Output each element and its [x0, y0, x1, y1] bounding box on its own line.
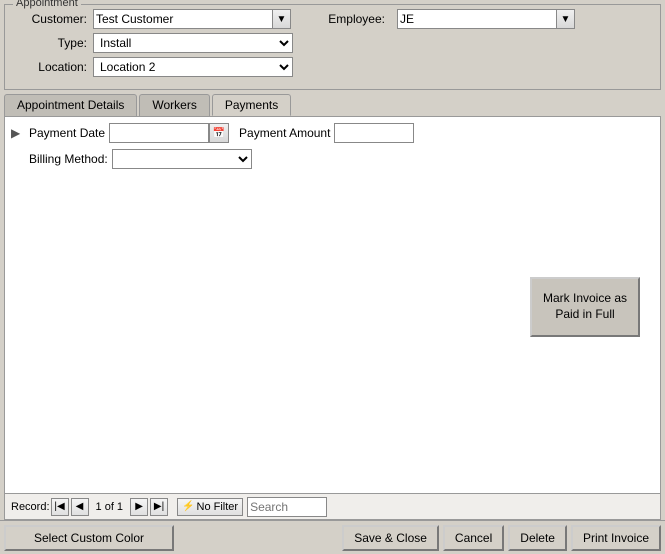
payment-amount-label: Payment Amount [239, 126, 330, 140]
filter-section: ⚡ No Filter [177, 497, 327, 517]
record-label: Record: [11, 501, 50, 513]
filter-icon: ⚡ [182, 501, 194, 512]
search-input[interactable] [247, 497, 327, 517]
employee-input[interactable] [397, 9, 557, 29]
customer-control-wrapper: ▼ Employee: ▼ [93, 9, 652, 29]
location-select[interactable]: Location 2 [93, 57, 293, 77]
nav-last-btn[interactable]: ▶| [150, 498, 168, 516]
payment-date-amount-row: ▶ Payment Date 📅 Payment Amount [11, 123, 654, 143]
customer-input[interactable] [93, 9, 273, 29]
nav-next-btn[interactable]: ▶ [130, 498, 148, 516]
delete-button[interactable]: Delete [508, 525, 567, 551]
type-control-wrapper: Install [93, 33, 652, 53]
cancel-button[interactable]: Cancel [443, 525, 504, 551]
tab-workers[interactable]: Workers [139, 94, 209, 116]
nav-first-btn[interactable]: |◀ [51, 498, 69, 516]
payments-panel: ▶ Payment Date 📅 Payment Amount Billing … [5, 117, 660, 493]
employee-label: Employee: [311, 12, 391, 26]
tab-payments[interactable]: Payments [212, 94, 291, 116]
payments-content: ▶ Payment Date 📅 Payment Amount Billing … [5, 117, 660, 175]
location-label: Location: [13, 60, 93, 74]
tabs-header: Appointment Details Workers Payments [4, 94, 661, 116]
type-label: Type: [13, 36, 93, 50]
billing-method-select[interactable] [112, 149, 252, 169]
customer-employee-row: Customer: ▼ Employee: ▼ [13, 9, 652, 29]
billing-method-label: Billing Method: [29, 152, 108, 166]
appointment-group: Appointment Customer: ▼ Employee: ▼ Type… [4, 4, 661, 90]
save-close-button[interactable]: Save & Close [342, 525, 439, 551]
appointment-group-label: Appointment [13, 0, 81, 9]
payment-date-label: Payment Date [29, 126, 105, 140]
location-control-wrapper: Location 2 [93, 57, 652, 77]
calendar-btn[interactable]: 📅 [209, 123, 229, 143]
employee-dropdown-btn[interactable]: ▼ [557, 9, 575, 29]
location-row: Location: Location 2 [13, 57, 652, 77]
no-filter-btn[interactable]: ⚡ No Filter [177, 498, 243, 516]
main-container: Appointment Customer: ▼ Employee: ▼ Type… [0, 0, 665, 554]
mark-invoice-button[interactable]: Mark Invoice as Paid in Full [530, 277, 640, 337]
tab-appointment-details[interactable]: Appointment Details [4, 94, 137, 116]
tabs-container: Appointment Details Workers Payments [4, 94, 661, 116]
no-filter-label: No Filter [197, 501, 239, 513]
customer-label: Customer: [13, 12, 93, 26]
billing-method-row: Billing Method: [29, 149, 654, 169]
bottom-bar: Select Custom Color Save & Close Cancel … [0, 520, 665, 554]
print-invoice-button[interactable]: Print Invoice [571, 525, 661, 551]
record-count: 1 of 1 [96, 501, 124, 513]
select-custom-color-button[interactable]: Select Custom Color [4, 525, 174, 551]
tab-content-area: ▶ Payment Date 📅 Payment Amount Billing … [4, 116, 661, 520]
customer-dropdown-btn[interactable]: ▼ [273, 9, 291, 29]
payment-date-input[interactable] [109, 123, 209, 143]
nav-prev-btn[interactable]: ◀ [71, 498, 89, 516]
type-row: Type: Install [13, 33, 652, 53]
record-nav-bar: Record: |◀ ◀ 1 of 1 ▶ ▶| ⚡ No Filter [5, 493, 660, 519]
type-select[interactable]: Install [93, 33, 293, 53]
payment-amount-input[interactable] [334, 123, 414, 143]
row-indicator: ▶ [11, 126, 25, 140]
